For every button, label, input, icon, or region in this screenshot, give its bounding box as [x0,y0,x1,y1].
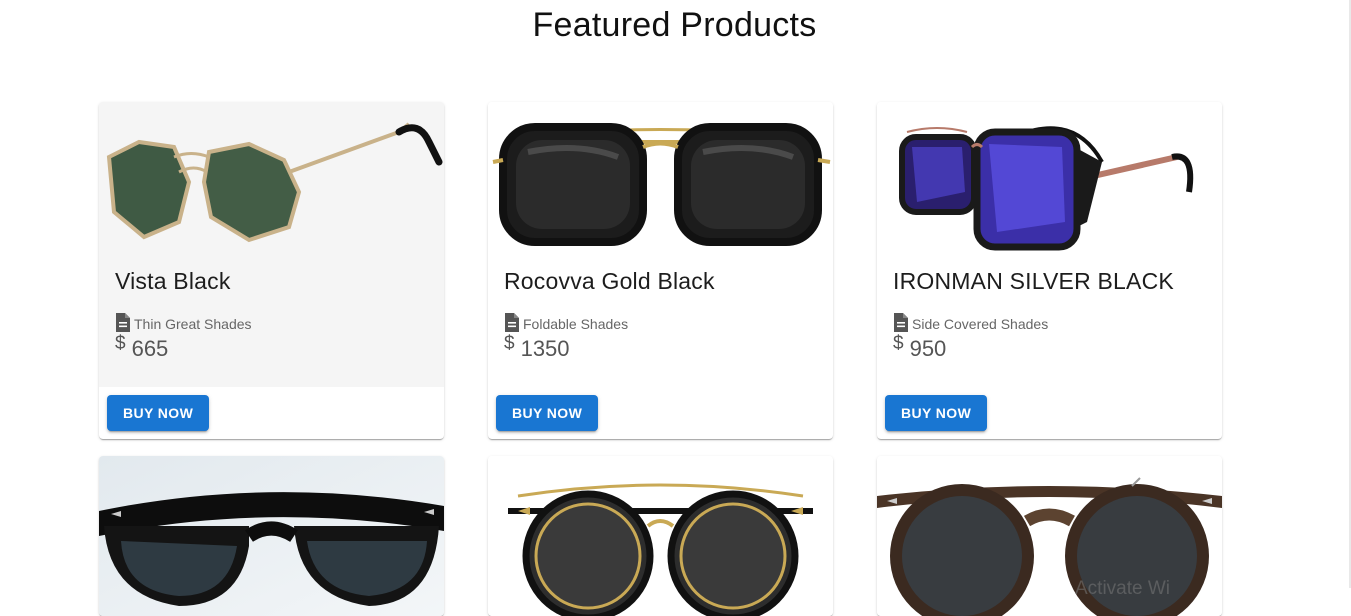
round-clip-on-gold-sunglasses-icon [488,456,833,616]
dollar-icon: $ [893,333,904,354]
product-card: Rocovva Gold Black Foldable Shades $ 135… [488,102,833,439]
buy-now-button[interactable]: BUY NOW [885,395,988,431]
product-image: Activate Wi [877,456,1222,616]
blue-mirror-side-shield-sunglasses-icon [877,102,1222,252]
product-description: Foldable Shades [523,316,629,332]
dollar-icon: $ [504,333,515,354]
product-card: IRONMAN SILVER BLACK Side Covered Shades… [877,102,1222,439]
product-image [488,456,833,616]
product-price: 665 [131,336,169,361]
product-card[interactable]: Activate Wi [877,456,1222,616]
product-description: Side Covered Shades [912,316,1049,332]
product-card[interactable] [99,456,444,616]
product-card[interactable] [488,456,833,616]
product-card-action-area[interactable]: Rocovva Gold Black Foldable Shades $ 135… [488,102,833,387]
dollar-icon: $ [115,333,126,354]
product-image [488,102,833,252]
page-title: Featured Products [532,6,817,44]
product-image [877,102,1222,252]
product-grid: Vista Black Thin Great Shades $ 665 BUY … [99,102,1229,616]
product-name: Rocovva Gold Black [504,268,715,294]
buy-now-button[interactable]: BUY NOW [496,395,599,431]
round-tortoise-sunglasses-icon [877,456,1222,616]
square-black-gold-bridge-sunglasses-icon [488,102,833,252]
document-icon [505,313,519,332]
product-price: 1350 [520,336,570,361]
product-card-action-area[interactable]: IRONMAN SILVER BLACK Side Covered Shades… [877,102,1222,387]
product-image [99,102,444,252]
product-card: Vista Black Thin Great Shades $ 665 BUY … [99,102,444,439]
document-icon [116,313,130,332]
black-wayfarer-sunglasses-icon [99,456,444,616]
document-icon [894,313,908,332]
product-name: Vista Black [115,268,231,294]
product-price: 950 [909,336,947,361]
activate-windows-watermark: Activate Wi [1075,578,1171,599]
product-description: Thin Great Shades [134,316,252,332]
buy-now-button[interactable]: BUY NOW [107,395,210,431]
product-card-action-area[interactable]: Vista Black Thin Great Shades $ 665 [99,102,444,387]
aviator-hexagon-green-lens-sunglasses-icon [99,102,444,252]
product-image [99,456,444,616]
product-name: IRONMAN SILVER BLACK [893,268,1174,294]
